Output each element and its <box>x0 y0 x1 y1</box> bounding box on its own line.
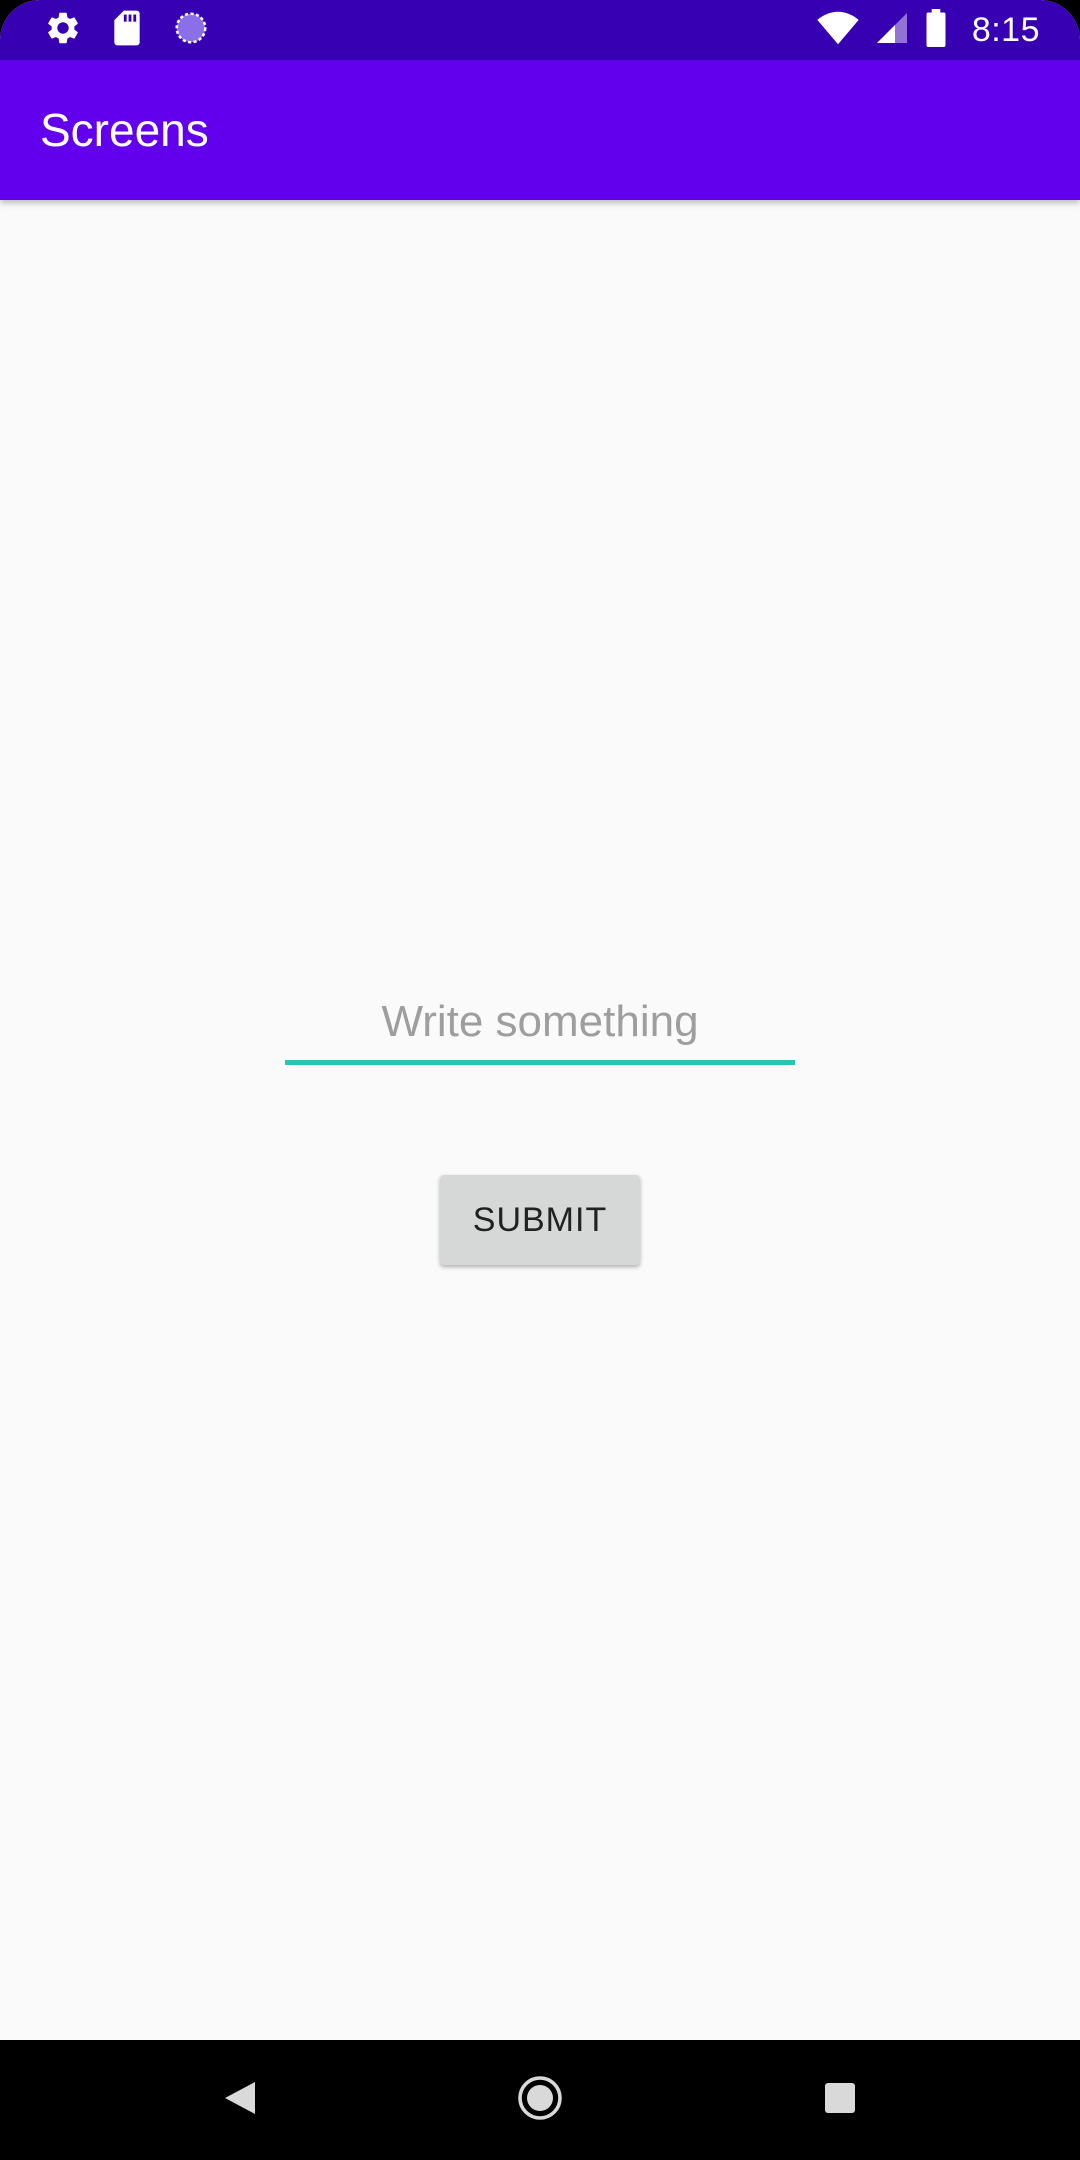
app-bar-title: Screens <box>40 104 209 156</box>
wifi-icon <box>816 10 860 51</box>
navigation-bar <box>0 2040 1080 2160</box>
screen: 8:15 Screens SUBMIT <box>0 0 1080 2160</box>
recents-icon <box>824 2082 856 2119</box>
app-bar: Screens <box>0 60 1080 200</box>
write-something-input[interactable] <box>285 985 795 1059</box>
back-button[interactable] <box>180 2040 300 2160</box>
submit-button[interactable]: SUBMIT <box>440 1175 640 1265</box>
sd-card-icon <box>110 9 144 52</box>
home-icon <box>516 2074 564 2127</box>
back-icon <box>223 2080 257 2121</box>
status-bar: 8:15 <box>0 0 1080 60</box>
status-right-icons: 8:15 <box>816 8 1040 52</box>
gear-icon <box>44 9 82 52</box>
home-button[interactable] <box>480 2040 600 2160</box>
recents-button[interactable] <box>780 2040 900 2160</box>
battery-icon <box>924 8 948 52</box>
text-field[interactable] <box>285 985 795 1065</box>
status-left-icons <box>44 10 210 50</box>
status-clock: 8:15 <box>971 10 1040 49</box>
cell-signal-icon <box>874 10 910 51</box>
sync-circle-icon <box>172 9 210 52</box>
input-underline <box>285 1060 795 1065</box>
